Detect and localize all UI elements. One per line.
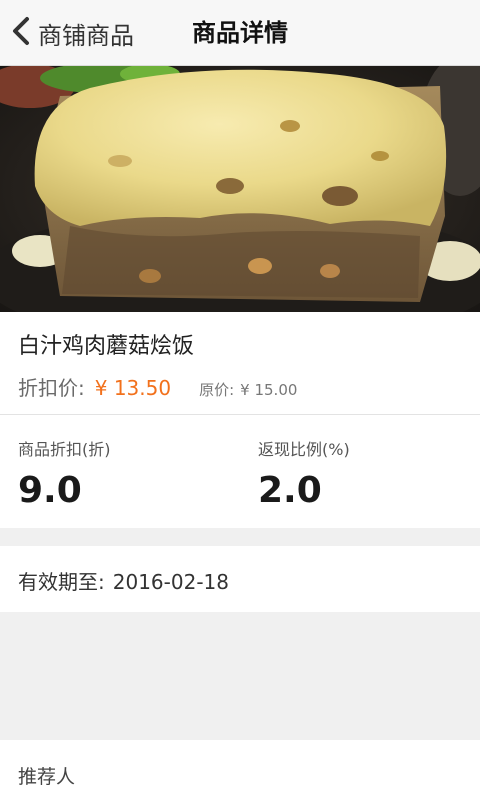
back-button-label: 商铺商品: [38, 21, 134, 50]
validity-date: 2016-02-18: [112, 570, 229, 594]
section-separator: [0, 528, 480, 546]
product-name: 白汁鸡肉蘑菇烩饭: [18, 334, 195, 359]
product-image: [0, 66, 480, 312]
original-price-label: 原价:: [199, 381, 235, 399]
validity-row: 有效期至: 2016-02-18: [18, 566, 229, 595]
discount-stat-value: 9.0: [18, 470, 82, 511]
validity-label: 有效期至:: [18, 570, 105, 594]
divider: [0, 414, 480, 415]
price-row: 折扣价: ¥ 13.50 原价: ¥ 15.00: [18, 372, 298, 400]
back-button[interactable]: 商铺商品: [10, 10, 134, 56]
referrer-label[interactable]: 推荐人: [18, 762, 75, 789]
nav-bar: 商铺商品 商品详情: [0, 0, 480, 66]
original-price: ¥ 15.00: [240, 381, 298, 399]
discount-price-label: 折扣价:: [18, 376, 85, 400]
chevron-left-icon: [10, 16, 32, 50]
cashback-stat-value: 2.0: [258, 470, 322, 511]
cashback-stat-label: 返现比例(%): [258, 440, 350, 459]
section-separator: [0, 612, 480, 740]
discount-stat-label: 商品折扣(折): [18, 440, 111, 459]
discount-price: ¥ 13.50: [94, 376, 172, 400]
